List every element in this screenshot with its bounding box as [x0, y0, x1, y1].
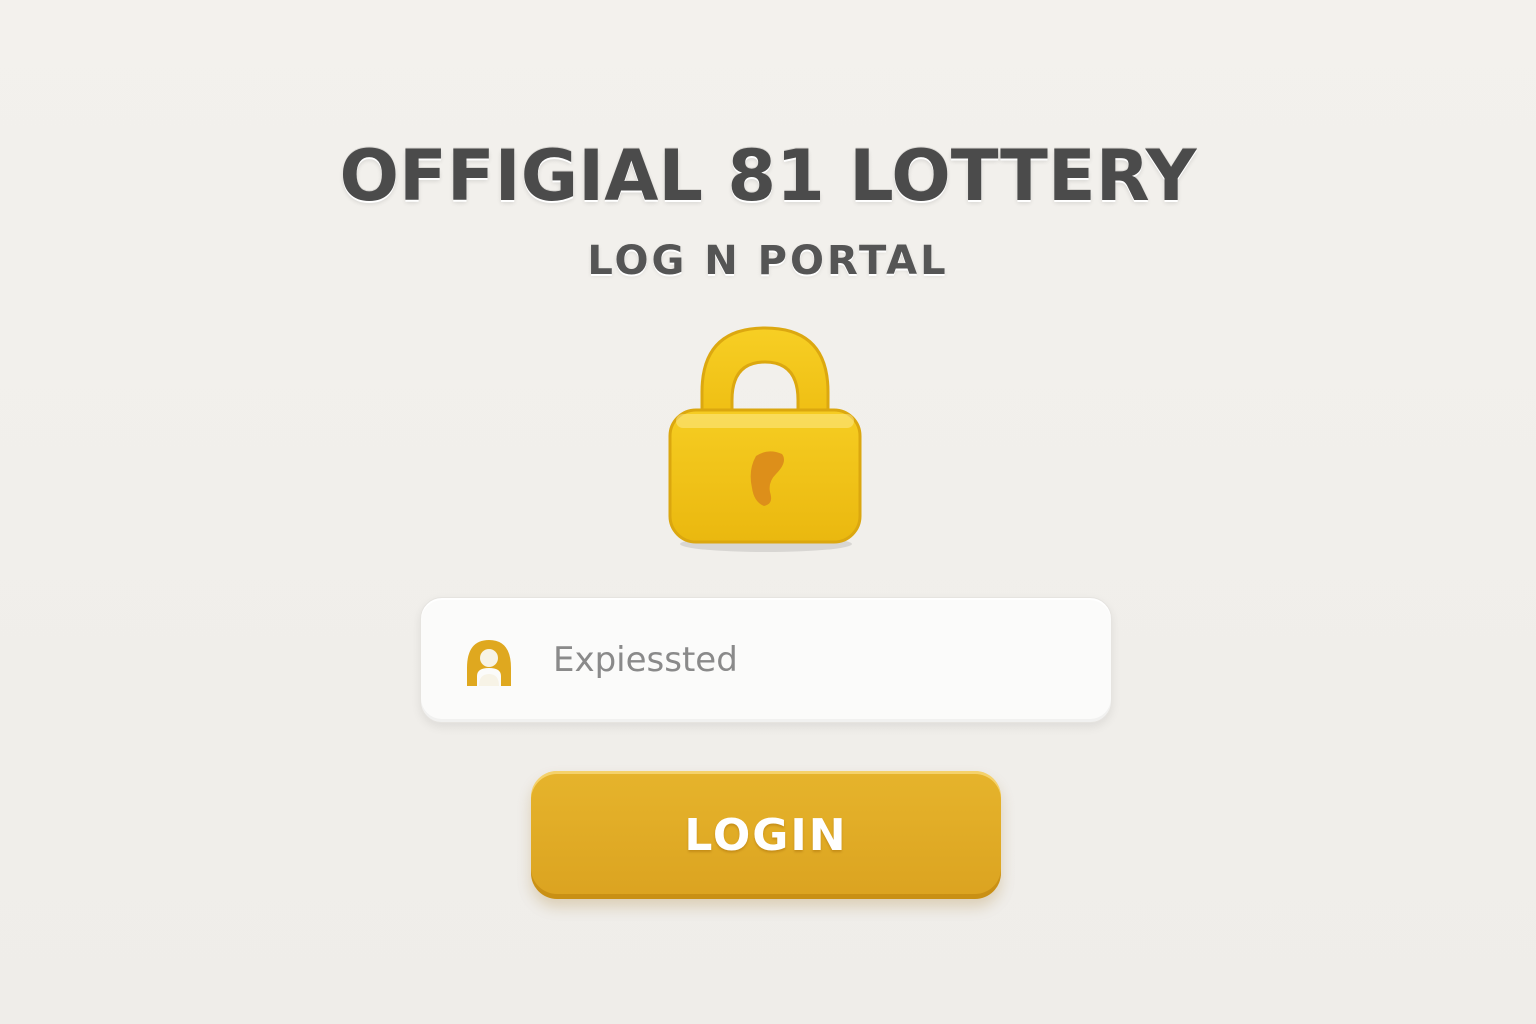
- username-field[interactable]: [420, 597, 1112, 723]
- padlock-icon: [660, 322, 870, 552]
- username-input[interactable]: [553, 628, 1073, 692]
- user-avatar-icon: [461, 634, 517, 690]
- login-button[interactable]: LOGIN: [531, 771, 1001, 899]
- login-page: OFFIGIAL 81 LOTTERY LOG N PORTAL Expiess…: [0, 0, 1536, 1024]
- page-title: OFFIGIAL 81 LOTTERY: [339, 135, 1197, 217]
- page-subtitle: LOG N PORTAL: [587, 238, 949, 284]
